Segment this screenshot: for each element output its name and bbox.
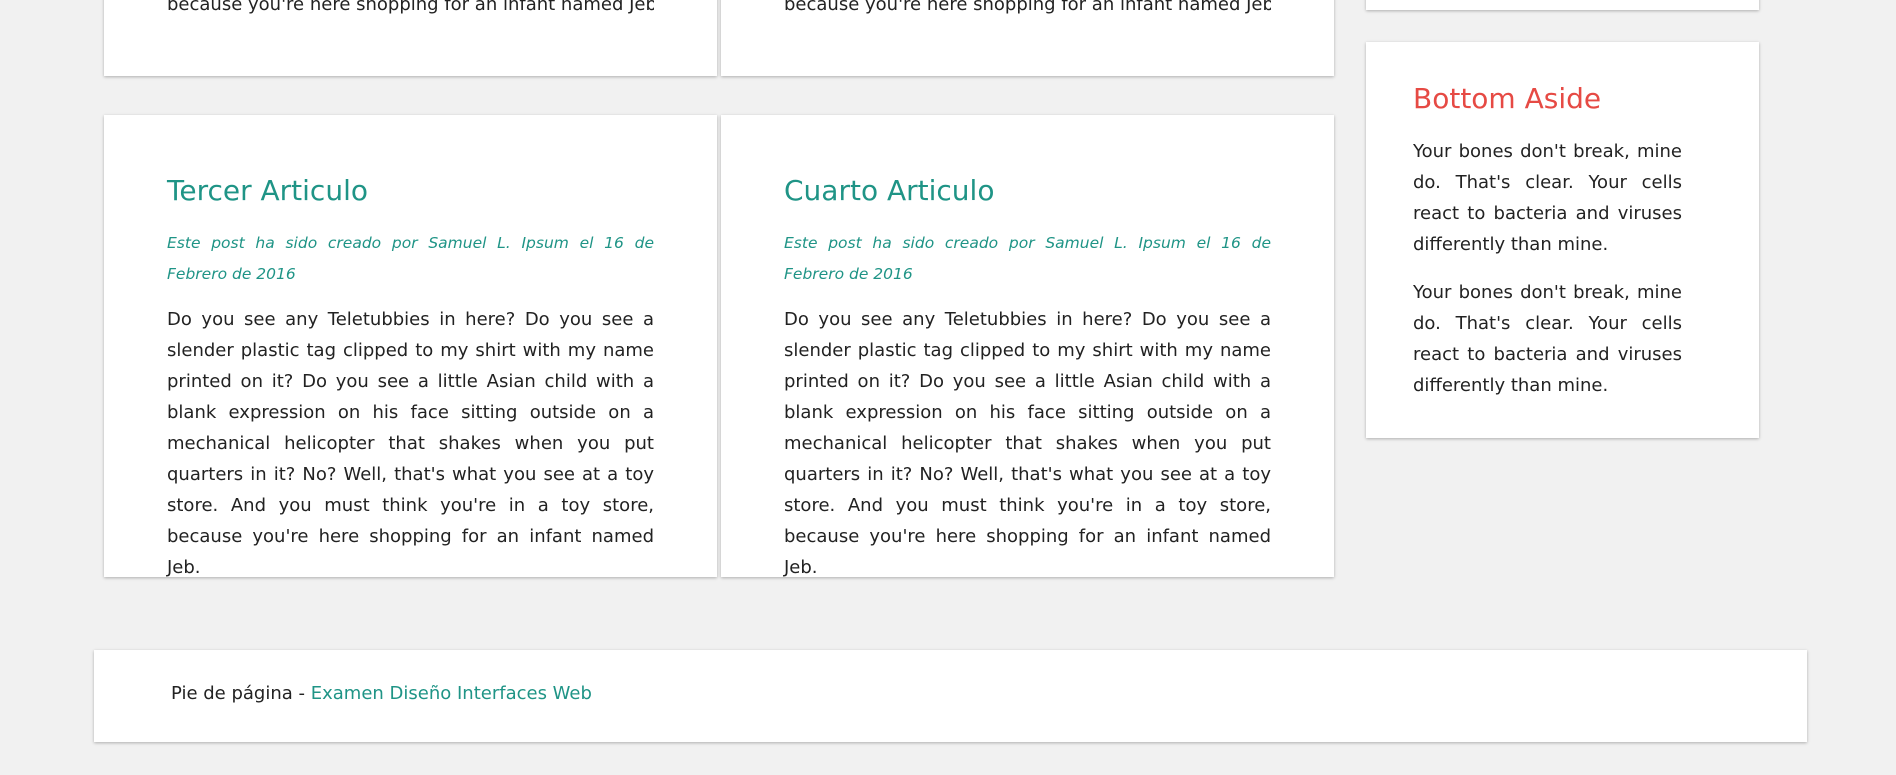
article-body: Do you see any Teletubbies in here? Do y… (784, 309, 1271, 578)
aside-title: Bottom Aside (1413, 82, 1602, 115)
article-title[interactable]: Tercer Articulo (167, 174, 368, 207)
article-card-3: Tercer Articulo Este post ha sido creado… (104, 115, 717, 578)
aside-paragraph: Your bones don't break, mine do. That's … (1413, 282, 1682, 396)
article-title[interactable]: Cuarto Articulo (784, 174, 994, 207)
article-body-tail: because you're here shopping for an infa… (784, 0, 1271, 15)
footer-link[interactable]: Examen Diseño Interfaces Web (311, 683, 592, 704)
article-body-tail: because you're here shopping for an infa… (167, 0, 654, 15)
footer: Pie de página - Examen Diseño Interfaces… (94, 650, 1807, 742)
article-card-top-1: because you're here shopping for an infa… (104, 0, 717, 76)
aside-card-top (1366, 0, 1759, 10)
bottom-aside: Bottom Aside Your bones don't break, min… (1366, 42, 1759, 438)
footer-prefix: Pie de página - (171, 683, 311, 704)
article-meta: Este post ha sido creado por Samuel L. I… (167, 234, 654, 283)
article-card-4: Cuarto Articulo Este post ha sido creado… (721, 115, 1334, 578)
footer-text: Pie de página - Examen Diseño Interfaces… (171, 683, 592, 704)
aside-paragraph: Your bones don't break, mine do. That's … (1413, 141, 1682, 255)
article-body: Do you see any Teletubbies in here? Do y… (167, 309, 654, 578)
article-meta: Este post ha sido creado por Samuel L. I… (784, 234, 1271, 283)
article-card-top-2: because you're here shopping for an infa… (721, 0, 1334, 76)
